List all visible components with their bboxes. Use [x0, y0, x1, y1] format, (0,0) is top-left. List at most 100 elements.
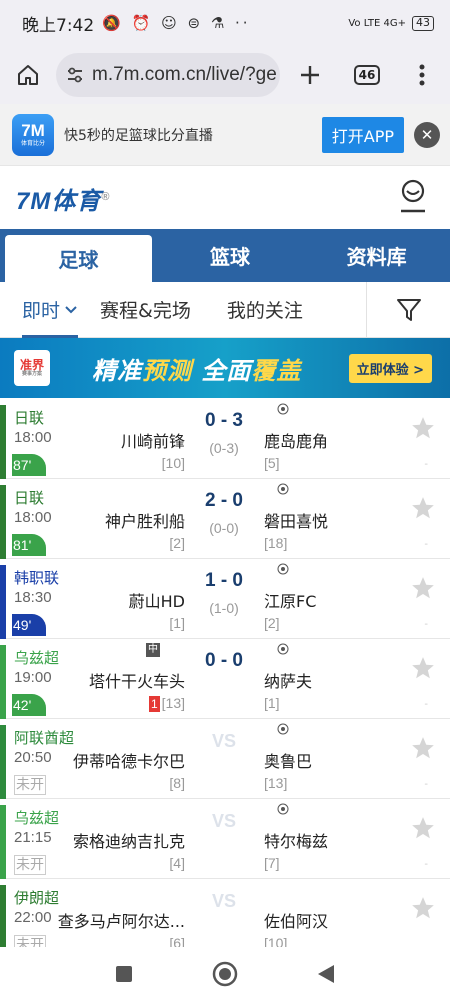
home-rank: [2] — [169, 535, 185, 551]
half-time-score: (0-3) — [209, 440, 239, 456]
site-logo-text: 7M体育 — [16, 187, 102, 215]
promo-title: 精准预测 全面覆盖 — [92, 351, 301, 386]
divider-mark: - — [424, 619, 428, 630]
not-started-badge: 未开 — [14, 935, 46, 947]
league-name[interactable]: 日联 — [14, 487, 44, 508]
football-icon — [277, 483, 289, 495]
tab-switcher-button[interactable]: 46 — [340, 65, 394, 85]
away-team: 纳萨夫 — [264, 672, 313, 691]
football-icon — [277, 803, 289, 815]
league-name[interactable]: 阿联酋超 — [14, 727, 74, 748]
promo-cta-button[interactable]: 立即体验 > — [348, 353, 432, 383]
user-icon — [401, 179, 425, 213]
sport-tabs: 足球 篮球 资料库 — [0, 229, 450, 282]
tab-football[interactable]: 足球 — [5, 235, 152, 282]
score: 1 - 0 — [204, 570, 244, 591]
divider-mark: - — [424, 539, 428, 550]
tab-basketball[interactable]: 篮球 — [157, 229, 304, 282]
away-team: 江原FC — [264, 592, 317, 611]
new-tab-button[interactable] — [280, 64, 340, 86]
not-started-badge: 未开 — [14, 775, 46, 795]
star-icon[interactable] — [410, 735, 436, 761]
app-logo-text: 7M — [21, 121, 45, 140]
match-row[interactable]: 韩职联 18:30 49' 蔚山HD [1] 1 - 0 (1-0) 江原FC … — [0, 559, 450, 639]
site-header: 7M体育® — [0, 167, 450, 229]
home-team: 蔚山HD — [128, 592, 185, 611]
league-color-bar — [0, 565, 6, 639]
kickoff-time: 22:00 — [14, 909, 52, 926]
kickoff-time: 19:00 — [14, 669, 52, 686]
home-team: 神户胜利船 — [104, 512, 185, 531]
star-icon[interactable] — [410, 655, 436, 681]
versus-label: VS — [211, 731, 236, 751]
league-name[interactable]: 日联 — [14, 407, 44, 428]
home-rank-value: [13] — [161, 695, 185, 711]
home-team: 塔什干火车头 — [88, 672, 185, 691]
filter-button[interactable] — [366, 281, 450, 338]
away-rank: [5] — [264, 455, 280, 471]
tab-database[interactable]: 资料库 — [303, 229, 450, 282]
away-rank: [13] — [264, 775, 288, 791]
away-rank: [2] — [264, 615, 280, 631]
versus-label: VS — [211, 891, 236, 911]
divider-mark: - — [424, 699, 428, 710]
star-icon[interactable] — [410, 815, 436, 841]
league-name[interactable]: 乌兹超 — [14, 807, 59, 828]
football-icon — [277, 723, 289, 735]
football-icon — [277, 403, 289, 415]
match-row[interactable]: 乌兹超 19:00 42' 中 塔什干火车头 1 [13] 0 - 0 纳萨夫 [… — [0, 639, 450, 719]
close-banner-button[interactable]: ✕ — [414, 121, 440, 148]
app-download-banner: 7M 体育比分 快5秒的足篮球比分直播 打开APP ✕ — [0, 104, 450, 166]
subnav-live[interactable]: 即时 — [22, 282, 79, 338]
league-name[interactable]: 伊朗超 — [14, 887, 59, 908]
home-nav-button[interactable] — [212, 961, 238, 987]
match-row[interactable]: 乌兹超 21:15 未开 索格迪纳吉扎克 [4] VS 特尔梅兹 [7] - — [0, 799, 450, 879]
league-color-bar — [0, 885, 6, 947]
match-row[interactable]: 日联 18:00 81' 神户胜利船 [2] 2 - 0 (0-0) 磐田喜悦 … — [0, 479, 450, 559]
star-icon[interactable] — [410, 495, 436, 521]
kickoff-time: 18:30 — [14, 589, 52, 606]
network-indicator: Vo LTE 4G+ — [348, 17, 406, 29]
away-rank: [1] — [264, 695, 280, 711]
home-team: 伊蒂哈德卡尔巴 — [72, 752, 185, 771]
browser-menu-button[interactable] — [394, 64, 450, 86]
open-app-button[interactable]: 打开APP — [321, 116, 404, 153]
star-icon[interactable] — [410, 575, 436, 601]
promo-title-d: 覆盖 — [251, 356, 302, 385]
star-icon[interactable] — [410, 415, 436, 441]
site-settings-icon[interactable] — [66, 66, 84, 84]
league-name[interactable]: 乌兹超 — [14, 647, 59, 668]
match-row[interactable]: 伊朗超 22:00 未开 查多马卢阿尔达... [6] VS 佐伯阿汉 [10] — [0, 879, 450, 947]
home-button[interactable] — [0, 46, 56, 104]
away-team: 特尔梅兹 — [264, 832, 329, 851]
site-logo[interactable]: 7M体育® — [16, 181, 110, 216]
home-team: 索格迪纳吉扎克 — [72, 832, 185, 851]
kickoff-time: 20:50 — [14, 749, 52, 766]
status-bar: 晚上7:42 🔕 ⏰ ☺ ⊜ ⚗ ·· Vo LTE 4G+ 43 — [0, 0, 450, 46]
home-team: 查多马卢阿尔达... — [57, 912, 185, 931]
promo-banner[interactable]: 准界 赛事方案 精准预测 全面覆盖 立即体验 > — [0, 338, 450, 398]
match-row[interactable]: 日联 18:00 87' 川崎前锋 [10] 0 - 3 (0-3) 鹿岛鹿角 … — [0, 399, 450, 479]
league-color-bar — [0, 645, 6, 719]
battery-indicator: 43 — [412, 15, 434, 31]
match-minute: 42' — [12, 694, 46, 716]
home-rank: [1] — [169, 615, 185, 631]
back-button[interactable] — [316, 963, 336, 985]
match-row[interactable]: 阿联酋超 20:50 未开 伊蒂哈德卡尔巴 [8] VS 奥鲁巴 [13] - — [0, 719, 450, 799]
promo-title-b: 预测 — [142, 356, 192, 385]
home-rank: [6] — [169, 935, 185, 947]
league-color-bar — [0, 805, 6, 879]
url-field[interactable]: m.7m.com.cn/live/?ge — [56, 53, 280, 97]
close-icon: ✕ — [420, 125, 434, 144]
away-team: 奥鲁巴 — [264, 752, 313, 771]
system-navigation-bar — [0, 947, 450, 1000]
subnav-schedule[interactable]: 赛程&完场 — [100, 296, 191, 323]
promo-logo-sub: 赛事方案 — [21, 370, 42, 377]
subnav-my-follow[interactable]: 我的关注 — [227, 296, 303, 323]
away-team: 佐伯阿汉 — [264, 912, 329, 931]
league-name[interactable]: 韩职联 — [14, 567, 59, 588]
recents-button[interactable] — [114, 964, 134, 984]
more-vert-icon — [419, 64, 425, 86]
star-icon[interactable] — [410, 895, 436, 921]
user-account-button[interactable] — [398, 179, 428, 217]
